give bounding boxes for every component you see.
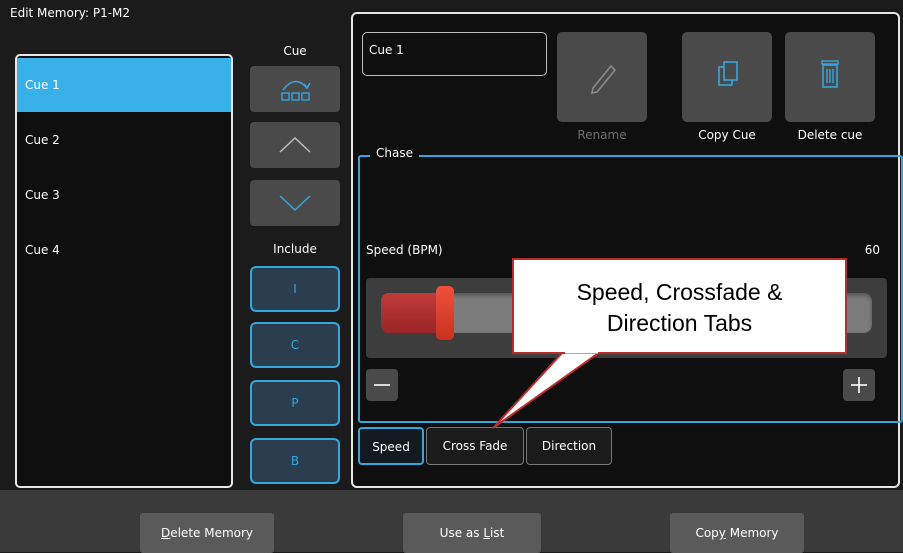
callout-pointer-join	[565, 350, 598, 354]
